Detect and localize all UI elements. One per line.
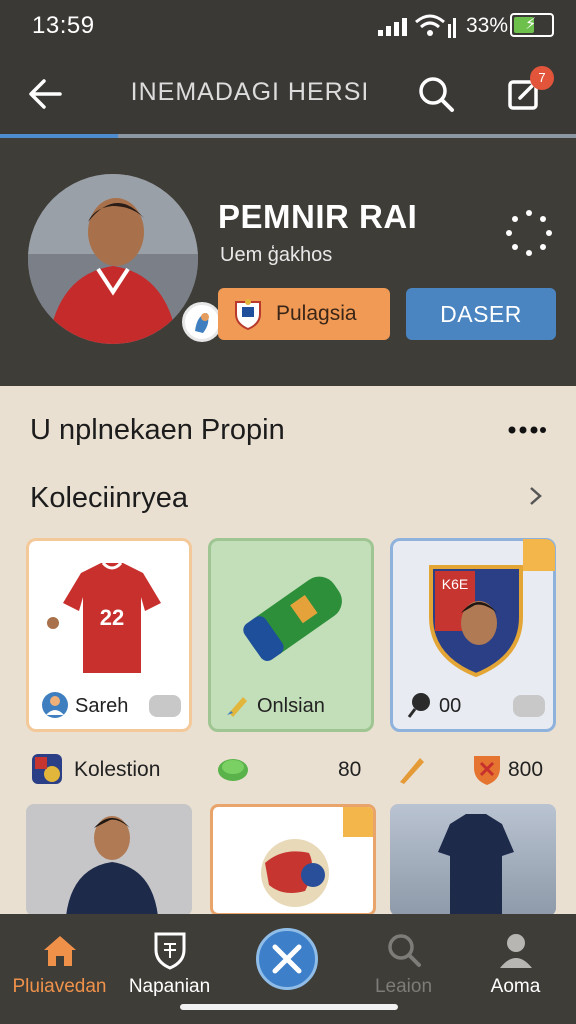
wifi-icon bbox=[415, 14, 456, 38]
brush-icon bbox=[227, 697, 247, 717]
nav-label: Pluiavedan bbox=[12, 976, 107, 997]
home-icon bbox=[44, 936, 76, 966]
daser-button[interactable]: DASER bbox=[406, 288, 556, 340]
cross-shield-icon bbox=[272, 944, 302, 974]
jersey-number: 22 bbox=[100, 605, 124, 630]
collection-card-player[interactable] bbox=[26, 804, 192, 916]
shirt-image bbox=[438, 814, 514, 916]
pencil-icon bbox=[400, 758, 424, 784]
player-avatar-icon bbox=[42, 692, 68, 718]
crest-icon bbox=[154, 932, 186, 970]
collection-card-jersey[interactable]: 22 Sareh bbox=[26, 538, 192, 732]
player-photo bbox=[28, 174, 198, 344]
chevron-right-icon[interactable] bbox=[524, 484, 548, 508]
back-arrow-icon[interactable] bbox=[22, 70, 70, 118]
card-label: Sareh bbox=[75, 695, 129, 717]
search-icon bbox=[388, 934, 421, 967]
nav-label: Leaion bbox=[374, 976, 433, 997]
avatar-badge-icon bbox=[182, 302, 222, 342]
coin-icon bbox=[218, 759, 248, 781]
more-options-icon[interactable] bbox=[506, 418, 546, 442]
club-button[interactable]: Pulagsia bbox=[218, 288, 390, 340]
app-bar-title: INEMADAGI HERSI bbox=[130, 78, 370, 106]
nav-item-aoma[interactable]: Aoma bbox=[458, 914, 573, 1024]
collection-title: Koleciinryea bbox=[30, 482, 188, 514]
toggle-icon[interactable] bbox=[149, 695, 181, 717]
profile-header: PEMNIR RAI Uem ģakhos Pulagsia DASER bbox=[0, 138, 576, 386]
home-indicator bbox=[180, 1004, 398, 1010]
jersey-image: 22 bbox=[47, 561, 161, 673]
nav-label: Napanian bbox=[128, 976, 211, 997]
nav-label: Aoma bbox=[490, 976, 541, 997]
battery-percent: 33% bbox=[466, 14, 509, 37]
card-label: 00 bbox=[439, 695, 462, 717]
card-label: Onlsian bbox=[257, 695, 325, 717]
stat-value: 800 bbox=[508, 758, 544, 781]
section-title: U nplnekaen Propin bbox=[30, 414, 285, 446]
collection-card-ball[interactable] bbox=[210, 804, 376, 916]
corner-tag-icon bbox=[343, 807, 373, 837]
club-crest-icon bbox=[235, 299, 261, 330]
stat-label: Kolestion bbox=[74, 758, 161, 781]
profile-icon bbox=[500, 934, 532, 968]
toggle-icon[interactable] bbox=[513, 695, 545, 717]
signal-icon bbox=[378, 18, 407, 36]
club-button-label: Pulagsia bbox=[276, 302, 357, 325]
collection-card-badge[interactable]: K6E 00 bbox=[390, 538, 556, 732]
kolestion-icon bbox=[32, 754, 62, 784]
status-time: 13:59 bbox=[32, 12, 95, 39]
tube-image bbox=[243, 576, 342, 661]
profile-name: PEMNIR RAI bbox=[218, 198, 418, 235]
nav-item-home[interactable]: Pluiavedan bbox=[2, 914, 117, 1024]
corner-tag-icon bbox=[523, 539, 555, 571]
badge-image: K6E bbox=[429, 565, 523, 678]
collection-card-shirt[interactable] bbox=[390, 804, 556, 916]
stat-value: 80 bbox=[338, 758, 362, 781]
shield-icon bbox=[474, 756, 500, 785]
nav-center-button[interactable] bbox=[256, 928, 318, 990]
top-app-bar: INEMADAGI HERSI 7 bbox=[0, 56, 576, 136]
loading-spinner-icon bbox=[506, 210, 552, 256]
player-image bbox=[66, 816, 158, 916]
ping-pong-icon bbox=[407, 693, 430, 718]
notification-badge: 7 bbox=[530, 66, 554, 90]
avatar[interactable] bbox=[28, 174, 198, 344]
status-bar: 13:59 33% ⚡ bbox=[0, 0, 576, 56]
profile-subtitle: Uem ģakhos bbox=[220, 244, 333, 266]
badge-text: K6E bbox=[442, 576, 468, 592]
stats-row: Kolestion 80 800 bbox=[0, 748, 576, 792]
battery-icon: ⚡ bbox=[510, 13, 554, 37]
search-icon[interactable] bbox=[412, 70, 460, 118]
collection-card-tube[interactable]: Onlsian bbox=[208, 538, 374, 732]
